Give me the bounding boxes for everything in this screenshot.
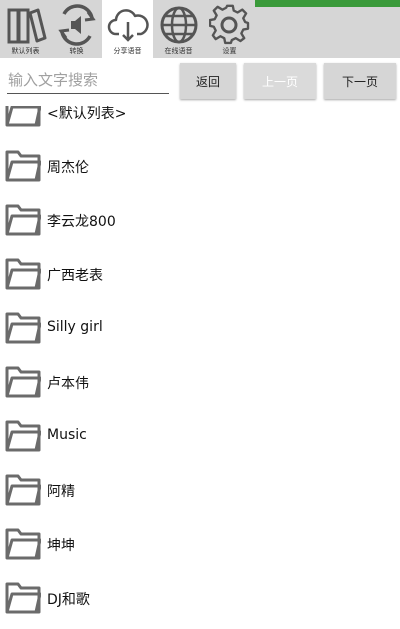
tab-label: 在线语音 — [164, 47, 193, 55]
books-icon — [7, 8, 46, 44]
folder-name: <默认列表> — [47, 106, 127, 122]
list-item[interactable]: Silly girl — [0, 309, 400, 363]
tab-bar-spacer — [255, 0, 400, 58]
tab-settings[interactable]: 设置 — [204, 0, 255, 58]
list-item[interactable]: DJ和歌 — [0, 579, 400, 629]
speaker-convert-icon — [57, 4, 96, 46]
tab-label: 设置 — [222, 47, 237, 55]
folder-icon — [5, 258, 41, 290]
folder-icon — [5, 474, 41, 506]
folder-icon — [5, 420, 41, 452]
folder-name: 坤坤 — [47, 538, 75, 554]
folder-name: 广西老表 — [47, 268, 103, 284]
folder-icon — [5, 366, 41, 398]
folder-name: 李云龙800 — [47, 214, 116, 230]
list-item[interactable]: 广西老表 — [0, 255, 400, 309]
list-item[interactable]: 阿精 — [0, 471, 400, 525]
list-item[interactable]: Music — [0, 417, 400, 471]
gear-icon — [208, 4, 249, 45]
tab-label: 默认列表 — [11, 47, 40, 55]
search-input[interactable] — [7, 66, 169, 94]
tab-default-list[interactable]: 默认列表 — [0, 0, 51, 58]
folder-icon — [5, 150, 41, 182]
folder-name: 卢本伟 — [47, 376, 89, 392]
folder-name: 阿精 — [47, 484, 75, 500]
back-button[interactable]: 返回 — [180, 63, 236, 99]
tab-share-voice[interactable]: 分享语音 — [102, 0, 153, 58]
folder-icon — [5, 204, 41, 236]
list-item[interactable]: 卢本伟 — [0, 363, 400, 417]
folder-name: Music — [47, 427, 87, 443]
next-page-button[interactable]: 下一页 — [324, 63, 396, 99]
folder-icon — [5, 528, 41, 560]
list-item[interactable]: 坤坤 — [0, 525, 400, 579]
tab-label: 分享语音 — [113, 47, 142, 55]
folder-name: Silly girl — [47, 319, 103, 335]
tab-label: 转换 — [69, 47, 84, 55]
folder-name: 周杰伦 — [47, 160, 89, 176]
list-item[interactable]: <默认列表> — [0, 95, 400, 152]
tab-bar: 默认列表 转换 分享语音 在线语音 设置 — [0, 0, 400, 58]
tab-online-voice[interactable]: 在线语音 — [153, 0, 204, 58]
folder-icon — [5, 582, 41, 614]
list-item[interactable]: 周杰伦 — [0, 147, 400, 201]
folder-name: DJ和歌 — [47, 592, 90, 608]
folder-icon — [5, 312, 41, 344]
tab-convert[interactable]: 转换 — [51, 0, 102, 58]
app-window: <默认列表> 周杰伦 李云龙800 广西老表 Silly girl 卢本伟 Mu… — [0, 0, 400, 629]
prev-page-button[interactable]: 上一页 — [244, 63, 316, 99]
accent-strip — [255, 0, 400, 7]
cloud-download-icon — [107, 9, 149, 42]
globe-icon — [160, 6, 197, 44]
list-item[interactable]: 李云龙800 — [0, 201, 400, 255]
search-controls: 返回 上一页 下一页 — [0, 58, 400, 106]
